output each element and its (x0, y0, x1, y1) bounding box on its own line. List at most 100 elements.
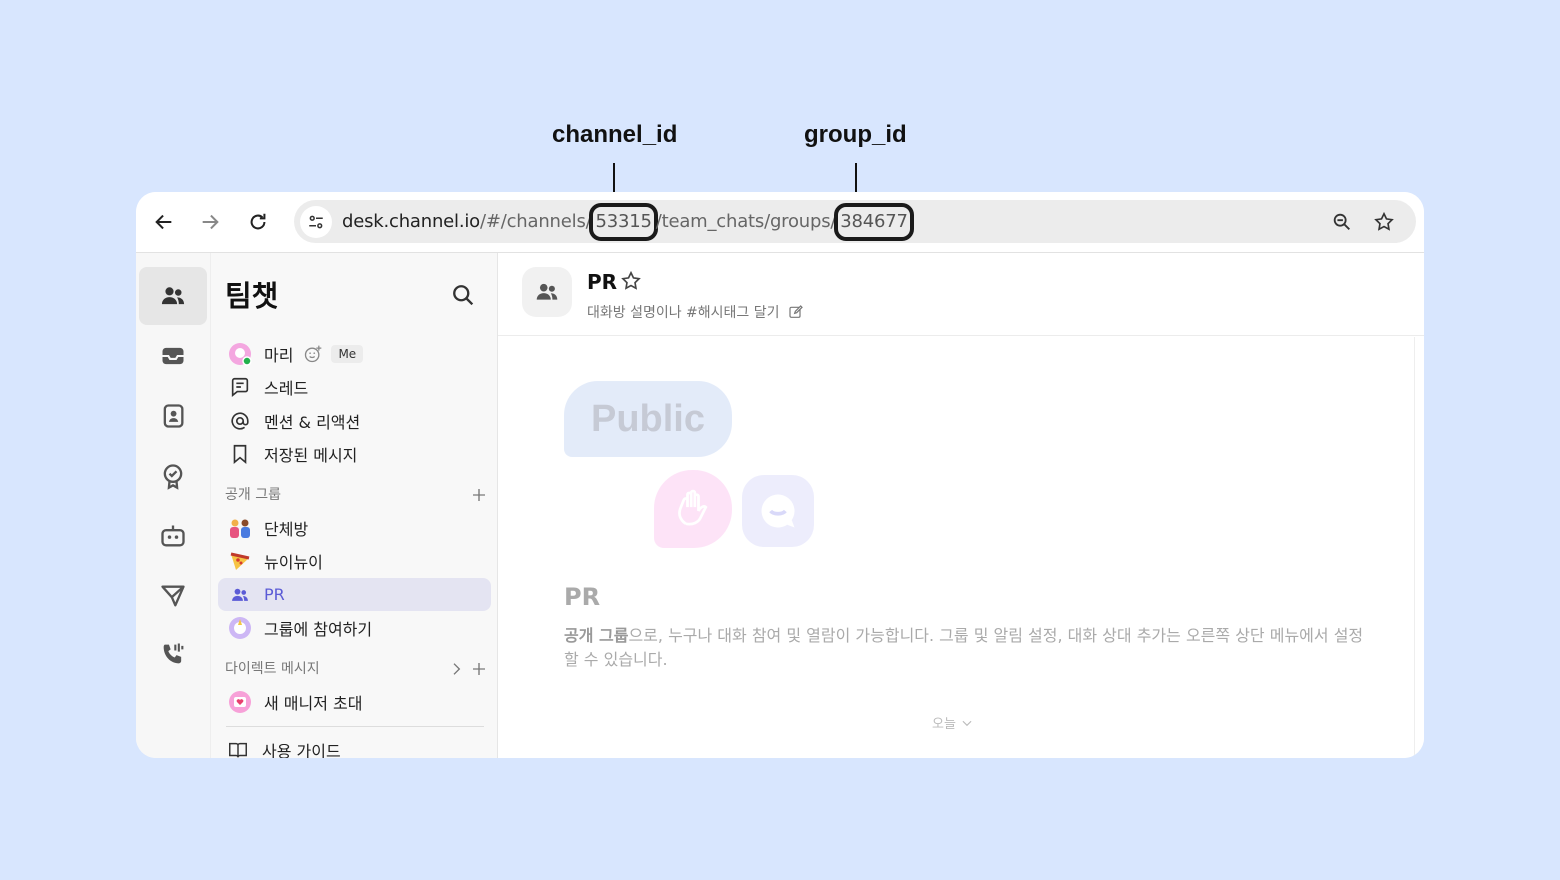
heart-icon (228, 690, 252, 714)
bookmark-star-button[interactable] (1372, 210, 1396, 234)
bot-icon (161, 525, 185, 547)
intro-text: 공개 그룹으로, 누구나 대화 참여 및 열람이 가능합니다. 그룹 및 알림 … (564, 624, 1364, 672)
site-info-button[interactable] (300, 206, 332, 238)
team-chat-icon (161, 287, 185, 305)
bookmark-icon (228, 442, 252, 466)
unicorn-icon (228, 616, 252, 640)
sidebar-item-mentions[interactable]: 멘션 & 리액션 (218, 404, 491, 437)
sidebar-item-newy[interactable]: 뉴이뉴이 (218, 544, 491, 577)
chevron-right-icon (453, 663, 461, 675)
team-chat-sidebar: 팀챗 마리 Me 스레드 멘션 & 리액션 저장된 메시지 공개 그룹 단체방 … (211, 253, 498, 758)
scrollbar-track[interactable] (1414, 337, 1415, 758)
star-icon[interactable] (620, 270, 642, 292)
zoom-button[interactable] (1330, 210, 1354, 234)
inbox-icon (162, 347, 184, 365)
expand-dm-button[interactable] (446, 659, 466, 679)
rail-team-chat[interactable] (139, 267, 207, 325)
chat-main: PR 대화방 설명이나 #해시태그 달기 Public PR 공개 그룹으로, … (498, 253, 1424, 758)
group-icon (228, 583, 252, 607)
me-badge: Me (331, 344, 364, 363)
contacts-icon (163, 404, 184, 428)
arrow-left-icon (155, 214, 172, 230)
rail-send[interactable] (139, 567, 207, 625)
today-label: 오늘 (932, 717, 956, 732)
wave-hand-icon (654, 470, 732, 548)
avatar (228, 342, 252, 366)
channel-avatar (522, 267, 572, 317)
add-emoji-icon[interactable] (303, 344, 323, 364)
rail-inbox[interactable] (139, 327, 207, 385)
sidebar-item-guide[interactable]: 사용 가이드 (216, 733, 489, 758)
tune-icon (309, 215, 323, 229)
zoom-icon (1333, 213, 1350, 230)
phone-call-icon (163, 643, 184, 664)
chat-header: PR 대화방 설명이나 #해시태그 달기 (498, 253, 1424, 336)
sidebar-item-pr[interactable]: PR (218, 578, 491, 611)
people-emoji-icon (228, 516, 252, 540)
at-icon (228, 409, 252, 433)
chevron-down-icon (962, 720, 972, 726)
group-id-highlight: 384677 (834, 203, 914, 241)
url-path-channels: /#/channels/ (480, 211, 592, 232)
add-group-button[interactable] (469, 485, 489, 505)
sidebar-item-user[interactable]: 마리 Me (218, 337, 491, 370)
rail-contacts[interactable] (139, 387, 207, 445)
sidebar-item-label: 그룹에 참여하기 (264, 619, 373, 639)
sidebar-item-label: 멘션 & 리액션 (264, 412, 361, 432)
app-rail (136, 253, 211, 758)
url-host: desk.channel.io (342, 211, 480, 232)
badge-check-icon (163, 464, 183, 490)
direct-messages-header: 다이렉트 메시지 (225, 661, 320, 677)
url-path-groups: /team_chats/groups/ (655, 211, 837, 232)
public-badge: Public (564, 381, 732, 457)
reload-icon (250, 213, 266, 230)
reload-button[interactable] (242, 206, 274, 238)
rail-phone[interactable] (139, 625, 207, 683)
sidebar-item-threads[interactable]: 스레드 (218, 370, 491, 403)
sidebar-item-invite-manager[interactable]: 새 매니저 초대 (218, 685, 491, 718)
user-name: 마리 (264, 345, 294, 365)
sidebar-item-label: 뉴이뉴이 (264, 552, 323, 572)
sidebar-divider (226, 726, 484, 727)
rail-badge[interactable] (139, 447, 207, 505)
public-groups-header: 공개 그룹 (225, 487, 281, 503)
date-divider[interactable]: 오늘 (932, 713, 974, 732)
sidebar-item-label: 단체방 (264, 519, 309, 539)
book-icon (226, 738, 250, 759)
sidebar-item-label: 스레드 (264, 378, 309, 398)
channel-description-text: 대화방 설명이나 #해시태그 달기 (587, 305, 780, 321)
channel-id-highlight: 53315 (589, 203, 658, 241)
url-text[interactable]: desk.channel.io/#/channels/53315/team_ch… (342, 200, 914, 243)
sidebar-title: 팀챗 (225, 279, 279, 313)
sidebar-item-label: 저장된 메시지 (264, 445, 358, 465)
sidebar-item-join-group[interactable]: 그룹에 참여하기 (218, 611, 491, 644)
thread-icon (228, 375, 252, 399)
sidebar-item-group-chat[interactable]: 단체방 (218, 511, 491, 544)
group-icon (536, 283, 558, 300)
channel-description[interactable]: 대화방 설명이나 #해시태그 달기 (587, 302, 804, 322)
arrow-right-icon (202, 214, 219, 230)
chat-bubble-icon (742, 475, 814, 547)
sidebar-item-label: 새 매니저 초대 (264, 693, 363, 713)
pizza-emoji-icon (228, 549, 252, 573)
sidebar-item-label: PR (264, 585, 285, 604)
edit-icon[interactable] (788, 304, 804, 320)
browser-toolbar: desk.channel.io/#/channels/53315/team_ch… (136, 192, 1424, 253)
address-bar[interactable]: desk.channel.io/#/channels/53315/team_ch… (294, 200, 1416, 243)
group-id-callout: group_id (804, 121, 907, 148)
plus-icon (473, 489, 485, 501)
add-dm-button[interactable] (469, 659, 489, 679)
plus-icon (473, 663, 485, 675)
search-icon[interactable] (449, 281, 477, 309)
channel-id-callout: channel_id (552, 121, 678, 148)
back-button[interactable] (148, 206, 180, 238)
browser-window: desk.channel.io/#/channels/53315/team_ch… (136, 192, 1424, 758)
intro-title: PR (564, 583, 601, 611)
send-icon (161, 585, 185, 607)
sidebar-item-label: 사용 가이드 (262, 741, 341, 759)
forward-button[interactable] (194, 206, 226, 238)
channel-name: PR (587, 270, 618, 294)
rail-bot[interactable] (139, 507, 207, 565)
sidebar-item-saved[interactable]: 저장된 메시지 (218, 437, 491, 470)
intro-bold: 공개 그룹 (564, 626, 629, 645)
